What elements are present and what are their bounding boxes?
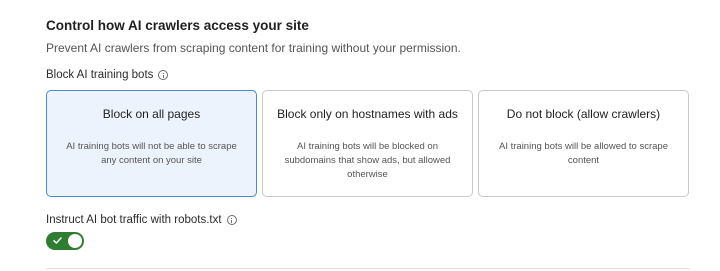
ai-crawlers-section: Control how AI crawlers access your site… [46, 18, 690, 250]
option-title: Block only on hostnames with ads [277, 107, 458, 121]
block-ai-bots-label: Block AI training bots [46, 69, 154, 81]
option-description: AI training bots will be blocked on subd… [284, 141, 451, 180]
option-description: AI training bots will be allowed to scra… [499, 141, 668, 166]
info-icon[interactable] [226, 215, 237, 225]
block-options: Block on all pages AI training bots will… [46, 90, 690, 197]
robots-toggle-label: Instruct AI bot traffic with robots.txt [46, 214, 222, 226]
robots-toggle-label-row: Instruct AI bot traffic with robots.txt [46, 213, 690, 227]
option-title: Block on all pages [102, 107, 201, 121]
option-block-all-pages[interactable]: Block on all pages AI training bots will… [46, 90, 257, 197]
option-title: Do not block (allow crawlers) [506, 107, 661, 121]
option-description: AI training bots will not be able to scr… [66, 141, 237, 166]
info-icon[interactable] [158, 70, 169, 80]
option-do-not-block[interactable]: Do not block (allow crawlers) AI trainin… [478, 90, 689, 197]
check-icon [53, 237, 62, 244]
toggle-knob [68, 234, 82, 248]
section-description: Prevent AI crawlers from scraping conten… [46, 41, 461, 55]
robots-txt-toggle[interactable] [46, 232, 84, 250]
section-title: Control how AI crawlers access your site [46, 18, 309, 33]
section-divider [46, 268, 690, 269]
block-ai-bots-label-row: Block AI training bots [46, 68, 690, 82]
option-block-hostnames-with-ads[interactable]: Block only on hostnames with ads AI trai… [262, 90, 473, 197]
